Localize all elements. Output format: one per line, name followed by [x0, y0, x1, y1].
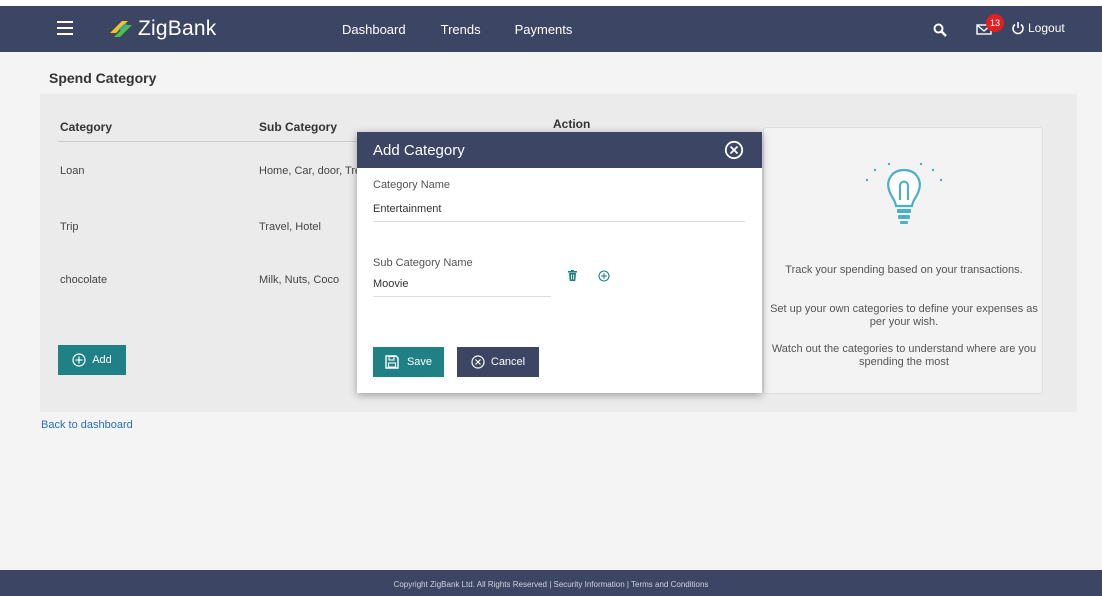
nav-trends[interactable]: Trends [441, 22, 481, 37]
row-category: Trip [60, 221, 79, 233]
lightbulb-icon [865, 162, 943, 224]
search-icon[interactable] [933, 23, 947, 37]
cancel-button[interactable]: Cancel [457, 347, 539, 377]
floppy-disk-icon [385, 355, 399, 369]
modal-header: Add Category [357, 132, 762, 168]
brand-name: ZigBank [138, 17, 217, 40]
info-panel: Track your spending based on your transa… [763, 127, 1043, 394]
column-action: Action [553, 117, 591, 131]
logout-button[interactable]: Logout [1011, 21, 1065, 35]
sub-category-name-label: Sub Category Name [373, 257, 473, 269]
save-button[interactable]: Save [373, 347, 444, 377]
back-to-dashboard-link[interactable]: Back to dashboard [41, 419, 133, 431]
category-name-underline [373, 221, 745, 222]
logout-label: Logout [1028, 21, 1065, 35]
add-category-button[interactable]: Add [58, 345, 126, 375]
nav-dashboard[interactable]: Dashboard [342, 22, 406, 37]
info-text-watch: Watch out the categories to understand w… [771, 343, 1037, 368]
main-nav: Dashboard Trends Payments [342, 22, 606, 37]
modal-title: Add Category [373, 142, 465, 159]
column-category: Category [60, 120, 113, 134]
footer-text: Copyright ZigBank Ltd. All Rights Reserv… [393, 580, 709, 589]
nav-payments[interactable]: Payments [515, 22, 573, 37]
row-category: Loan [60, 165, 85, 177]
save-label: Save [406, 356, 433, 368]
close-icon[interactable] [724, 140, 744, 160]
top-navbar: ZigBank Dashboard Trends Payments 13 Log… [0, 6, 1102, 52]
trash-icon[interactable] [568, 270, 577, 281]
column-sub-category: Sub Category [259, 120, 338, 134]
category-name-label: Category Name [373, 179, 451, 191]
add-label: Add [92, 354, 112, 366]
sub-category-underline [373, 296, 551, 297]
menu-icon[interactable] [57, 21, 73, 35]
footer: Copyright ZigBank Ltd. All Rights Reserv… [0, 570, 1102, 596]
page-title: Spend Category [49, 70, 157, 86]
zigbank-logo-icon [110, 21, 132, 37]
row-sub-category: Home, Car, door, Tre [259, 165, 362, 177]
row-sub-category: Travel, Hotel [259, 221, 321, 233]
row-sub-category: Milk, Nuts, Coco [259, 274, 340, 286]
info-text-setup: Set up your own categories to define you… [770, 303, 1038, 328]
row-category: chocolate [60, 274, 108, 286]
add-category-modal: Add Category Category Name Entertainment… [357, 132, 762, 393]
add-subcategory-icon[interactable] [598, 270, 610, 282]
category-name-input[interactable]: Entertainment [373, 203, 441, 215]
cancel-label: Cancel [490, 356, 526, 368]
sub-category-name-input[interactable]: Moovie [373, 278, 408, 290]
notification-badge[interactable]: 13 [986, 14, 1004, 32]
plus-circle-icon [72, 353, 86, 367]
brand-logo[interactable]: ZigBank [108, 17, 216, 41]
close-circle-icon [471, 355, 485, 369]
power-icon [1012, 22, 1024, 35]
info-text-track: Track your spending based on your transa… [785, 264, 1023, 276]
